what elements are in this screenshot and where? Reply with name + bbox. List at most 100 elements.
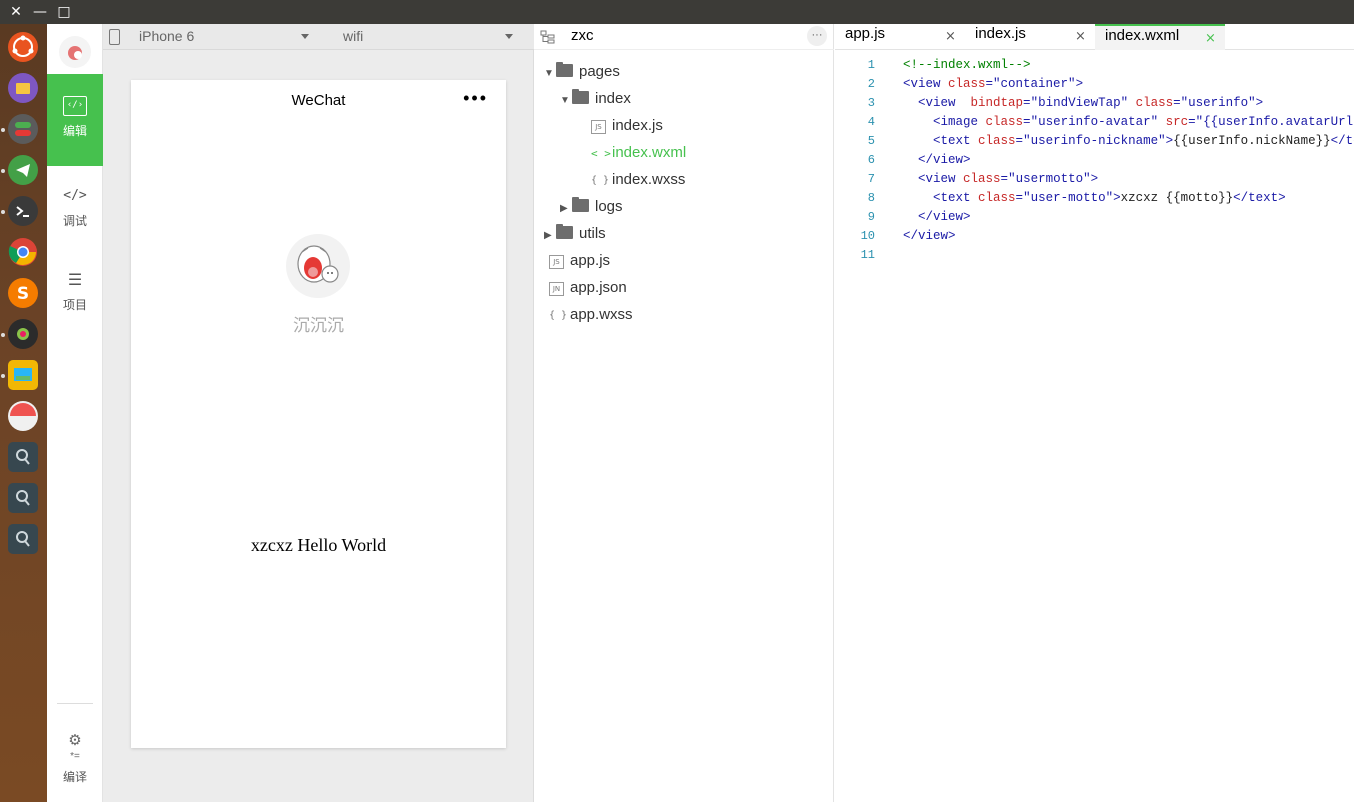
sublime-text-icon[interactable]: S <box>8 278 38 308</box>
userinfo-nickname: 沉沉沉 <box>293 316 344 335</box>
chevron-down-icon[interactable] <box>301 34 309 39</box>
tab-index-js[interactable]: index.js × <box>965 24 1095 50</box>
json-file-icon: JN <box>549 282 564 296</box>
nav-item-project[interactable]: ☰ 项目 <box>47 248 103 340</box>
tree-file-index-wxml[interactable]: < >index.wxml <box>591 142 686 164</box>
line-number: 5 <box>867 134 875 148</box>
project-tree-icon[interactable] <box>540 29 556 45</box>
line-number: 7 <box>867 172 875 186</box>
screenshot-icon[interactable] <box>8 360 38 390</box>
tree-file-app-json[interactable]: JN app.json <box>549 277 627 299</box>
tree-label: app.js <box>570 252 611 269</box>
tree-folder-logs[interactable]: ▶ logs <box>560 196 623 218</box>
tab-index-wxml[interactable]: index.wxml × <box>1095 24 1225 50</box>
line-number: 3 <box>867 96 875 110</box>
code-line[interactable]: 2 <view class="container"> <box>835 75 1083 94</box>
nav-label: 项目 <box>62 298 87 312</box>
code-token: "bindViewTap" <box>1030 96 1129 110</box>
code-line[interactable]: 4 <image class="userinfo-avatar" src="{{… <box>835 113 1354 132</box>
code-token: </view> <box>918 210 971 224</box>
code-line[interactable]: 6 </view> <box>835 151 971 170</box>
chrome-icon[interactable] <box>8 237 38 267</box>
code-line[interactable]: 5 <text class="userinfo-nickname">{{user… <box>835 132 1354 151</box>
code-line[interactable]: 10 </view> <box>835 227 956 246</box>
tree-file-index-wxss[interactable]: { } index.wxss <box>591 169 685 191</box>
tree-label: pages <box>579 63 620 80</box>
network-select[interactable]: wifi <box>343 24 363 50</box>
code-token: > <box>1165 134 1174 148</box>
tree-label: logs <box>595 198 623 215</box>
tree-label: app.wxss <box>570 306 633 323</box>
code-token: </text> <box>1233 191 1286 205</box>
compile-icon: ⚙ <box>68 732 82 749</box>
nav-label: 编译 <box>62 770 87 784</box>
telegram-icon[interactable] <box>8 155 38 185</box>
code-token: "user-motto" <box>1023 191 1114 205</box>
more-options-icon[interactable]: ••• <box>463 88 488 109</box>
window-minimize-button[interactable]: — <box>32 4 48 20</box>
tree-folder-index[interactable]: ▼ index <box>560 88 631 110</box>
tree-folder-pages[interactable]: ▼ pages <box>544 61 620 83</box>
device-select[interactable]: iPhone 6 <box>139 24 194 50</box>
code-token: "{{userInfo.avatarUrl}}" <box>1195 115 1354 129</box>
tree-file-app-js[interactable]: JS app.js <box>549 250 610 272</box>
tab-label: index.wxml <box>1105 27 1180 44</box>
window-close-button[interactable]: ✕ <box>8 4 24 20</box>
device-phone-icon[interactable] <box>109 29 120 45</box>
explorer-header: zxc ··· <box>534 24 834 50</box>
nav-item-debug[interactable]: </> 调试 <box>47 166 103 258</box>
terminal-icon[interactable] <box>8 196 38 226</box>
wxss-file-icon: { } <box>591 175 610 186</box>
more-options-icon[interactable]: ··· <box>807 26 827 46</box>
chevron-down-icon[interactable] <box>505 34 513 39</box>
compile-button[interactable]: ⚙ *= 编译 <box>47 724 103 802</box>
zoom-app-icon[interactable] <box>8 442 38 472</box>
code-line[interactable]: 8 <text class="user-motto">xzcxz {{motto… <box>835 189 1286 208</box>
close-icon[interactable]: × <box>945 29 956 44</box>
zoom-app-icon[interactable] <box>8 524 38 554</box>
code-line[interactable]: 9 </view> <box>835 208 971 227</box>
collapsed-triangle-icon[interactable]: ▶ <box>544 225 556 247</box>
code-token: <view <box>918 96 971 110</box>
tree-file-app-wxss[interactable]: { } app.wxss <box>549 304 633 326</box>
code-token: "usermotto" <box>1008 172 1091 186</box>
code-line[interactable]: 1 <!--index.wxml--> <box>835 56 1031 75</box>
nav-item-edit[interactable]: ‹/› 编辑 <box>47 74 103 166</box>
tree-file-index-js[interactable]: JS index.js <box>591 115 663 137</box>
ubuntu-dash-icon[interactable] <box>8 32 38 62</box>
user-avatar[interactable] <box>59 36 91 68</box>
tree-label: index.js <box>612 117 663 134</box>
extension-app-icon[interactable] <box>8 319 38 349</box>
close-icon[interactable]: × <box>1075 29 1086 44</box>
line-content: <view class="container"> <box>903 75 1083 94</box>
line-content: <text class="userinfo-nickname">{{userIn… <box>903 132 1354 151</box>
window-maximize-button[interactable]: □ <box>56 4 72 20</box>
expanded-triangle-icon[interactable]: ▼ <box>544 63 556 85</box>
settings-toggle-icon[interactable] <box>8 114 38 144</box>
file-explorer: zxc ··· ▼ pages ▼ index JS index.js < >inde… <box>534 24 834 802</box>
userinfo-avatar[interactable] <box>286 234 350 298</box>
folder-icon <box>556 224 573 239</box>
tab-app-js[interactable]: app.js × <box>835 24 965 50</box>
code-line[interactable]: 11 <box>835 246 875 265</box>
code-token: = <box>1023 96 1031 110</box>
tree-folder-utils[interactable]: ▶ utils <box>544 223 606 245</box>
close-icon[interactable]: × <box>1205 31 1216 46</box>
files-icon[interactable] <box>8 73 38 103</box>
code-line[interactable]: 7 <view class="usermotto"> <box>835 170 1098 189</box>
collapsed-triangle-icon[interactable]: ▶ <box>560 198 572 220</box>
js-file-icon: JS <box>549 255 564 269</box>
zoom-app-icon[interactable] <box>8 483 38 513</box>
pie-chart-app-icon[interactable] <box>8 401 38 431</box>
expanded-triangle-icon[interactable]: ▼ <box>560 90 572 112</box>
code-token: <!--index.wxml--> <box>903 58 1031 72</box>
code-line[interactable]: 3 <view bindtap="bindViewTap" class="use… <box>835 94 1263 113</box>
code-token: class <box>963 172 1001 186</box>
code-token: = <box>1023 115 1031 129</box>
line-content: </view> <box>903 227 956 246</box>
project-name: zxc <box>571 27 594 44</box>
